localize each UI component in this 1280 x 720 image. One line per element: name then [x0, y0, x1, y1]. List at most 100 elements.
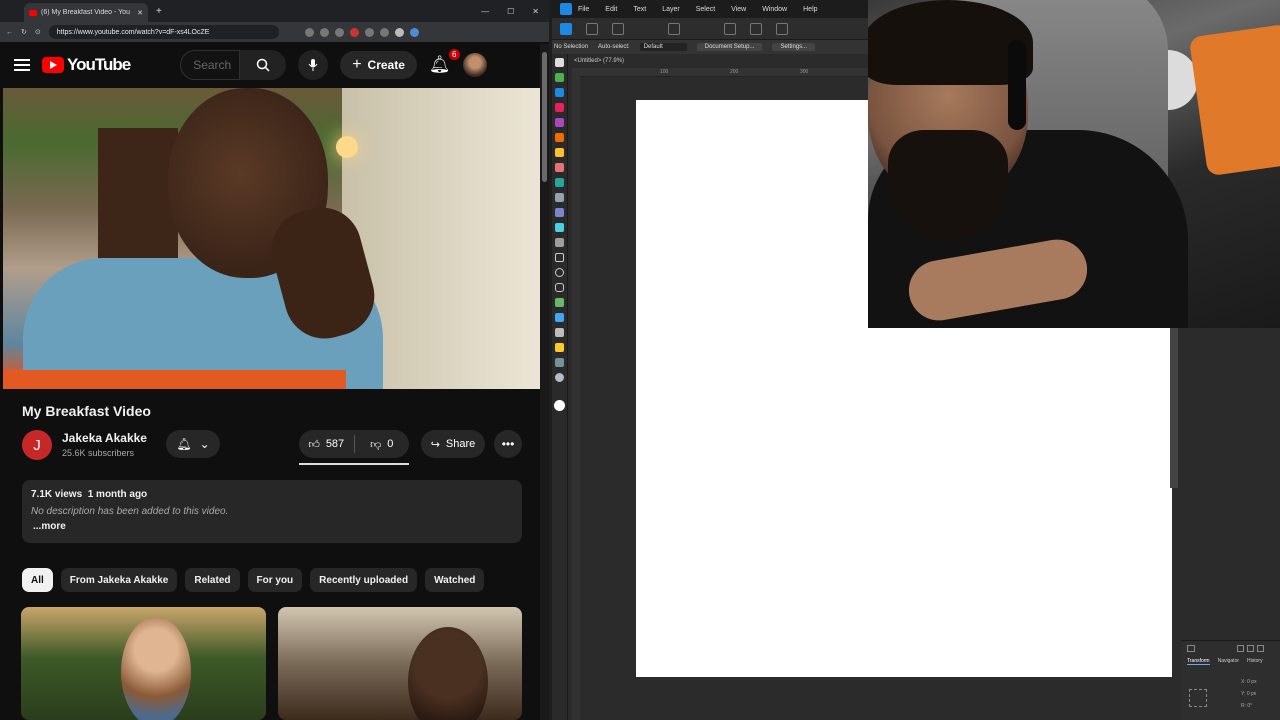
minimize-icon[interactable]: —: [481, 7, 489, 16]
frame-text-tool-icon[interactable]: [555, 328, 564, 337]
like-button[interactable]: 👍︎ 587: [299, 438, 354, 451]
document-tab[interactable]: <Untitled> (77.9%): [574, 58, 624, 64]
extension-icon[interactable]: [334, 27, 344, 37]
browser-tab[interactable]: (6) My Breakfast Video - You ✕: [24, 3, 148, 22]
ellipse-tool-icon[interactable]: [555, 268, 564, 277]
color-swatch-icon[interactable]: [554, 400, 565, 411]
menu-select[interactable]: Select: [696, 6, 715, 13]
menu-window[interactable]: Window: [762, 6, 787, 13]
shape-tool-icon[interactable]: [555, 298, 564, 307]
point-transform-tool-icon[interactable]: [555, 103, 564, 112]
extension-icon[interactable]: [349, 27, 359, 37]
crop-tool-icon[interactable]: [555, 238, 564, 247]
menu-help[interactable]: Help: [803, 6, 817, 13]
pen-tool-icon[interactable]: [555, 133, 564, 142]
arrange-icon[interactable]: [776, 22, 788, 35]
transform-rotation-field[interactable]: R: 0°: [1241, 703, 1252, 709]
zoom-tool-icon[interactable]: [555, 373, 564, 382]
persona-pixel-icon[interactable]: [586, 22, 598, 35]
panel-option-icon[interactable]: [1257, 645, 1264, 652]
chip-recently-uploaded[interactable]: Recently uploaded: [310, 568, 418, 592]
close-tab-icon[interactable]: ✕: [137, 9, 143, 17]
show-more-link[interactable]: ...more: [31, 521, 513, 532]
channel-avatar[interactable]: J: [22, 430, 52, 460]
move-tool-icon[interactable]: [555, 58, 564, 67]
persona-export-icon[interactable]: [612, 22, 624, 35]
node-tool-icon[interactable]: [555, 88, 564, 97]
menu-edit[interactable]: Edit: [605, 6, 617, 13]
description-box[interactable]: 7.1K views 1 month ago No description ha…: [22, 480, 522, 543]
panel-option-icon[interactable]: [1247, 645, 1254, 652]
maximize-icon[interactable]: ☐: [507, 7, 514, 16]
youtube-logo[interactable]: YouTube: [42, 55, 131, 75]
settings-button[interactable]: Settings...: [772, 43, 816, 51]
dislike-button[interactable]: 👎︎ 0: [355, 438, 410, 451]
video-player[interactable]: [3, 88, 542, 389]
view-tool-icon[interactable]: [555, 358, 564, 367]
extension-icon[interactable]: [304, 27, 314, 37]
chip-all[interactable]: All: [22, 568, 53, 592]
extension-icon[interactable]: [394, 27, 404, 37]
vector-brush-tool-icon[interactable]: [555, 163, 564, 172]
snapping-icon[interactable]: [724, 22, 736, 35]
text-tool-icon[interactable]: [555, 313, 564, 322]
search-button[interactable]: [240, 50, 287, 80]
chip-from-channel[interactable]: From Jakeka Akakke: [60, 568, 178, 592]
notification-bell-button[interactable]: 🔔︎ ⌄: [166, 430, 220, 458]
panel-option-icon[interactable]: [1237, 645, 1244, 652]
persona-designer-icon[interactable]: [560, 22, 572, 35]
transparency-tool-icon[interactable]: [555, 193, 564, 202]
channel-name[interactable]: Jakeka Akakke: [62, 431, 147, 445]
page-scrollbar[interactable]: [540, 44, 549, 720]
tab-history[interactable]: History: [1247, 658, 1263, 665]
corner-tool-icon[interactable]: [555, 118, 564, 127]
shape-builder-tool-icon[interactable]: [555, 223, 564, 232]
pencil-tool-icon[interactable]: [555, 148, 564, 157]
back-icon[interactable]: ←: [6, 29, 13, 36]
panel-collapse-icon[interactable]: [1187, 645, 1195, 652]
new-tab-icon[interactable]: +: [156, 6, 162, 17]
anchor-point-grid[interactable]: [1189, 689, 1207, 707]
reload-icon[interactable]: ↻: [21, 28, 27, 36]
chip-for-you[interactable]: For you: [247, 568, 303, 592]
menu-file[interactable]: File: [578, 6, 589, 13]
menu-icon[interactable]: [14, 59, 30, 71]
auto-select-dropdown[interactable]: Default: [639, 43, 687, 51]
transform-x-field[interactable]: X: 0 px: [1241, 679, 1257, 685]
extension-icon[interactable]: [379, 27, 389, 37]
chip-watched[interactable]: Watched: [425, 568, 485, 592]
scrollbar-thumb[interactable]: [542, 52, 547, 182]
artboard-tool-icon[interactable]: [555, 73, 564, 82]
canvas-scrollbar[interactable]: [1170, 328, 1178, 488]
account-avatar[interactable]: [462, 53, 487, 77]
rectangle-tool-icon[interactable]: [555, 253, 564, 262]
create-button[interactable]: + Create: [340, 51, 417, 79]
close-window-icon[interactable]: ✕: [532, 7, 539, 16]
document-setup-button[interactable]: Document Setup...: [696, 43, 763, 51]
rounded-rectangle-tool-icon[interactable]: [555, 283, 564, 292]
recommended-video-thumbnail[interactable]: [278, 607, 522, 720]
recommended-video-thumbnail[interactable]: [21, 607, 266, 720]
search-input[interactable]: Search: [180, 50, 241, 80]
menu-text[interactable]: Text: [633, 6, 646, 13]
extension-icon[interactable]: [319, 27, 329, 37]
document-setup-icon[interactable]: [668, 22, 680, 35]
notifications-button[interactable]: 🔔︎ 6: [429, 49, 460, 75]
url-field[interactable]: https://www.youtube.com/watch?v=dF-xs4LO…: [48, 25, 279, 39]
fill-tool-icon[interactable]: [555, 178, 564, 187]
menu-view[interactable]: View: [731, 6, 746, 13]
voice-search-button[interactable]: [298, 50, 329, 80]
extension-icon[interactable]: [364, 27, 374, 37]
share-button[interactable]: ↪ Share: [421, 430, 485, 458]
more-actions-button[interactable]: •••: [494, 430, 522, 458]
align-icon[interactable]: [750, 22, 762, 35]
extension-icon[interactable]: [409, 27, 419, 37]
tab-navigator[interactable]: Navigator: [1218, 658, 1239, 665]
tab-transform[interactable]: Transform: [1187, 658, 1210, 665]
menu-layer[interactable]: Layer: [662, 6, 680, 13]
site-info-icon[interactable]: ⊙: [35, 28, 41, 36]
place-image-tool-icon[interactable]: [555, 208, 564, 217]
color-picker-tool-icon[interactable]: [555, 343, 564, 352]
transform-y-field[interactable]: Y: 0 px: [1241, 691, 1256, 697]
chip-related[interactable]: Related: [185, 568, 240, 592]
